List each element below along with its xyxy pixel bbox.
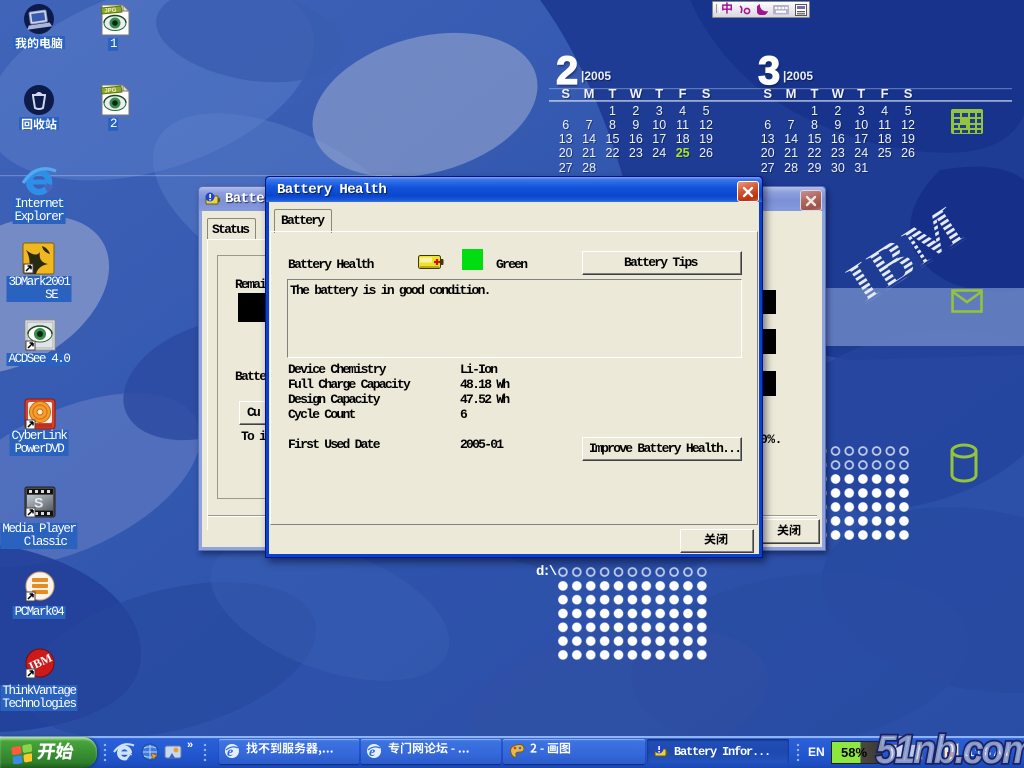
svg-text:JPG: JPG (104, 88, 117, 95)
svg-text:JPG: JPG (104, 8, 117, 15)
svg-text:51nb.com: 51nb.com (876, 728, 1024, 768)
